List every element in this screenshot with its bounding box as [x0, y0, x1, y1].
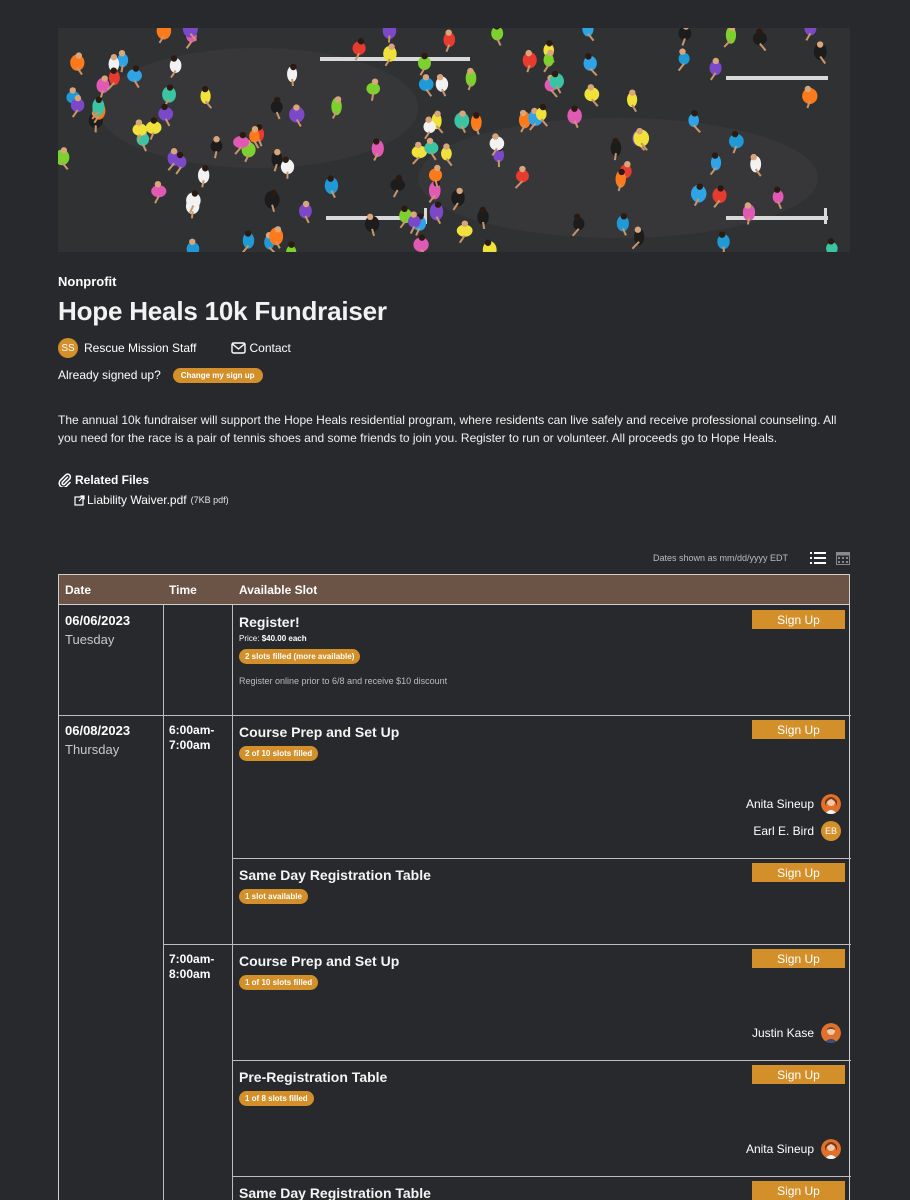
date-value: 06/06/2023 — [65, 613, 131, 628]
sign-up-button[interactable]: Sign Up — [752, 1065, 845, 1084]
related-files-label: Related Files — [75, 473, 150, 487]
time-cell: 7:00am- 8:00am — [169, 952, 215, 981]
volunteer-entry: Anita Sineup — [746, 1139, 841, 1159]
slot-same-day-registration: Same Day Registration Table Sign Up — [239, 1181, 845, 1200]
sign-up-button[interactable]: Sign Up — [752, 863, 845, 882]
slot-status-badge: 2 slots filled (more available) — [239, 649, 361, 664]
volunteer-name: Earl E. Bird — [753, 824, 814, 838]
sign-up-button[interactable]: Sign Up — [752, 720, 845, 739]
file-item[interactable]: Liability Waiver.pdf (7KB pdf) — [74, 493, 850, 507]
slot-status-badge: 1 of 8 slots filled — [239, 1091, 314, 1106]
slot-price: Price: $40.00 each — [239, 634, 307, 643]
table-header: Date Time Available Slot — [59, 575, 849, 605]
slot-course-prep: Course Prep and Set Up 1 of 10 slots fil… — [239, 949, 845, 1055]
volunteer-entry: Anita Sineup — [746, 794, 841, 814]
signed-up-row: Already signed up? Change my sign up — [58, 367, 850, 383]
date-weekday: Tuesday — [65, 632, 115, 647]
signup-page: Nonprofit Hope Heals 10k Fundraiser SS R… — [58, 28, 851, 1200]
date-cell: 06/08/2023 Thursday — [65, 723, 130, 757]
related-files-heading: Related Files — [58, 473, 850, 487]
slot-status-badge: 2 of 10 slots filled — [239, 746, 319, 761]
file-link[interactable]: Liability Waiver.pdf — [87, 493, 187, 507]
slot-status-badge: 1 slot available — [239, 889, 308, 904]
slot-register: Register! Price: $40.00 each 2 slots fil… — [239, 610, 845, 710]
header-date: Date — [65, 582, 92, 597]
volunteer-entry: Justin Kase — [752, 1023, 841, 1043]
date-value: 06/08/2023 — [65, 723, 131, 738]
file-size: (7KB pdf) — [190, 495, 229, 505]
organizer-name: Rescue Mission Staff — [84, 341, 197, 355]
slot-note: Register online prior to 6/8 and receive… — [239, 676, 448, 686]
change-signup-button[interactable]: Change my sign up — [172, 367, 263, 383]
sign-up-button[interactable]: Sign Up — [752, 1181, 845, 1200]
table-body: 06/06/2023 Tuesday 06/08/2023 Thursday 6… — [59, 605, 851, 1200]
header-slot: Available Slot — [239, 582, 318, 597]
event-category: Nonprofit — [58, 274, 117, 289]
volunteer-avatar — [821, 1139, 841, 1159]
list-view-icon[interactable] — [810, 551, 826, 565]
external-link-icon — [74, 494, 85, 506]
volunteer-avatar — [821, 1023, 841, 1043]
slot-course-prep: Course Prep and Set Up 2 of 10 slots fil… — [239, 720, 845, 854]
paperclip-icon — [58, 473, 71, 487]
organizer-row: SS Rescue Mission Staff Contact — [58, 337, 850, 359]
slot-same-day-registration: Same Day Registration Table 1 slot avail… — [239, 863, 845, 939]
volunteer-avatar: EB — [821, 821, 841, 841]
dates-timezone-note: Dates shown as mm/dd/yyyy EDT — [652, 553, 788, 563]
contact-link[interactable]: Contact — [230, 341, 291, 355]
volunteer-name: Justin Kase — [751, 1026, 814, 1040]
sign-up-button[interactable]: Sign Up — [752, 949, 845, 968]
slot-pre-registration: Pre-Registration Table 1 of 8 slots fill… — [239, 1065, 845, 1171]
organizer-avatar: SS — [58, 338, 78, 358]
volunteer-avatar — [821, 794, 841, 814]
date-weekday: Thursday — [65, 742, 120, 757]
volunteer-name: Anita Sineup — [745, 797, 814, 811]
envelope-icon — [230, 342, 246, 354]
page-title: Hope Heals 10k Fundraiser — [58, 296, 387, 326]
sign-up-button[interactable]: Sign Up — [752, 610, 845, 629]
contact-label: Contact — [249, 341, 291, 355]
volunteer-name: Anita Sineup — [745, 1142, 814, 1156]
slot-table: Date Time Available Slot 06/06/2023 Tues… — [58, 574, 851, 1200]
event-description: The annual 10k fundraiser will support t… — [58, 413, 837, 445]
event-banner-image — [58, 28, 850, 252]
slot-status-badge: 1 of 10 slots filled — [239, 975, 319, 990]
date-cell: 06/06/2023 Tuesday — [65, 613, 130, 647]
signed-up-prompt: Already signed up? — [58, 368, 161, 382]
runners-photo — [58, 28, 850, 252]
time-cell: 6:00am- 7:00am — [169, 723, 215, 752]
calendar-view-icon[interactable] — [836, 551, 850, 565]
volunteer-entry: Earl E. Bird EB — [753, 821, 841, 841]
dates-toolbar: Dates shown as mm/dd/yyyy EDT — [653, 551, 850, 565]
header-time: Time — [169, 582, 197, 597]
